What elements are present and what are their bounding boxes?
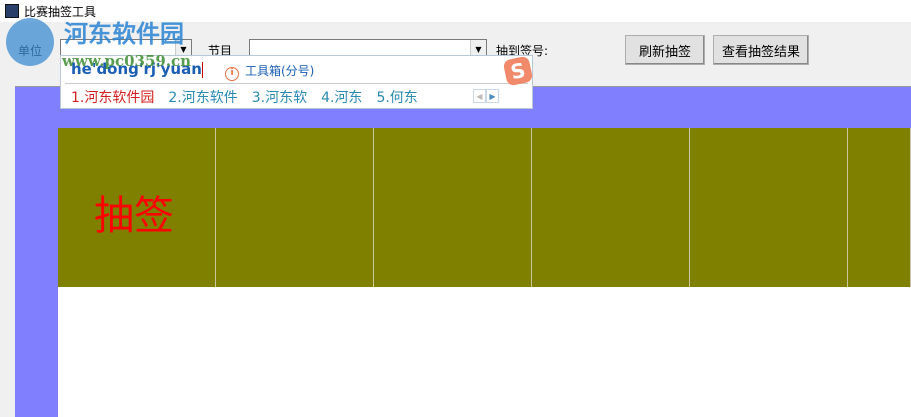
unit-label: 单位	[18, 44, 43, 58]
next-page-icon[interactable]: ▶	[486, 89, 499, 103]
content-area	[58, 287, 911, 417]
window-title: 比赛抽签工具	[24, 4, 97, 19]
draw-cell[interactable]	[690, 128, 848, 287]
ime-candidate[interactable]: 5.何东	[376, 87, 417, 107]
divider	[65, 83, 528, 84]
ime-candidate[interactable]: 3.河东软	[252, 87, 307, 107]
ime-candidate[interactable]: 1.河东软件园	[71, 87, 154, 107]
app-icon	[5, 4, 19, 18]
draw-cell-label: 抽签	[94, 193, 174, 239]
info-icon: i	[225, 67, 239, 81]
draw-cell[interactable]	[374, 128, 532, 287]
ime-candidate[interactable]: 4.河东	[321, 87, 362, 107]
ime-toolbox-label: 工具箱(分号)	[245, 64, 315, 78]
title-bar: 比赛抽签工具	[0, 0, 911, 22]
ime-candidate-window: he'dong'rj'yuan i 工具箱(分号) 1.河东软件园 2.河东软件 …	[60, 55, 533, 109]
draw-cell[interactable]	[848, 128, 911, 287]
ime-composition: he'dong'rj'yuan	[71, 60, 203, 78]
draw-cell[interactable]	[216, 128, 374, 287]
prev-page-icon[interactable]: ◀	[473, 89, 486, 103]
view-results-button[interactable]: 查看抽签结果	[713, 35, 809, 65]
ime-toolbox[interactable]: i 工具箱(分号)	[225, 62, 314, 81]
draw-cell[interactable]: 抽签	[58, 128, 216, 287]
draw-cell[interactable]	[532, 128, 690, 287]
ime-pinyin: he'dong'rj'yuan	[71, 60, 202, 78]
refresh-draw-button[interactable]: 刷新抽签	[625, 35, 705, 65]
ime-candidate[interactable]: 2.河东软件	[168, 87, 237, 107]
